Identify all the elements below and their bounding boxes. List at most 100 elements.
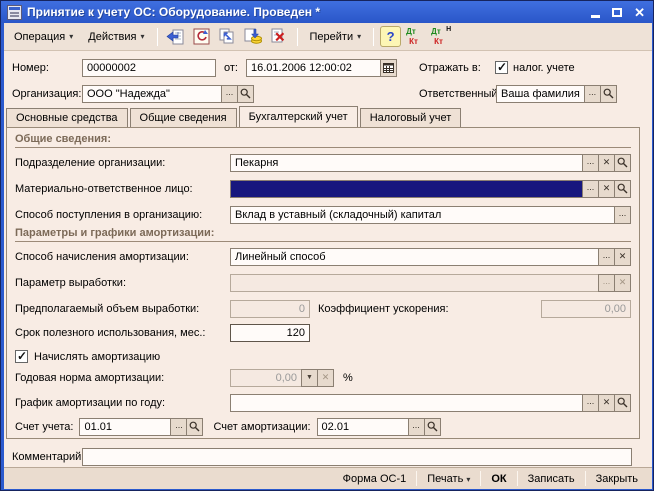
organization-open-button[interactable] — [237, 85, 254, 103]
tab-fixed-assets[interactable]: Основные средства — [6, 108, 128, 127]
depreciation-account-input[interactable]: 02.01 — [317, 418, 409, 436]
close-window-button[interactable]: Закрыть — [586, 470, 648, 488]
accrue-depreciation-checkbox[interactable] — [15, 350, 28, 363]
department-input[interactable]: Пекарня — [230, 154, 583, 172]
post-document-button[interactable] — [242, 25, 265, 48]
output-param-clear-button[interactable] — [614, 274, 631, 292]
output-param-select-button[interactable] — [598, 274, 615, 292]
annual-rate-unit-label: % — [343, 372, 353, 384]
header-row-number: Номер: 00000002 от: 16.01.2006 12:00:02 … — [12, 58, 575, 77]
useful-life-input[interactable]: 120 — [230, 324, 310, 342]
expected-output-input[interactable]: 0 — [230, 300, 310, 318]
depreciation-schedule-input[interactable] — [230, 394, 583, 412]
titlebar[interactable]: Принятие к учету ОС: Оборудование. Прове… — [1, 1, 654, 23]
reread-document-button[interactable] — [164, 25, 187, 48]
expected-output-row: Предполагаемый объем выработки: 0 Коэффи… — [15, 299, 631, 318]
annual-rate-dropdown-button[interactable] — [301, 369, 318, 387]
depreciation-account-open-button[interactable] — [424, 418, 441, 436]
comment-row: Комментарий: — [12, 447, 632, 466]
depreciation-schedule-label: График амортизации по году: — [15, 397, 230, 409]
schedule-select-button[interactable] — [582, 394, 599, 412]
department-select-button[interactable] — [582, 154, 599, 172]
responsible-person-open-button[interactable] — [614, 180, 631, 198]
ok-button[interactable]: ОК — [481, 470, 516, 488]
show-postings-button[interactable]: Дт Кт — [404, 26, 426, 48]
toolbar-separator — [373, 28, 374, 46]
tab-accounting[interactable]: Бухгалтерский учет — [239, 106, 358, 127]
annual-rate-clear-button[interactable] — [317, 369, 334, 387]
actions-menu[interactable]: Действия — [82, 28, 150, 46]
depreciation-method-select-button[interactable] — [598, 248, 615, 266]
depreciation-method-group: Линейный способ — [230, 248, 631, 266]
date-input[interactable]: 16.01.2006 12:00:02 — [246, 59, 381, 77]
magnifier-icon — [240, 88, 251, 99]
show-tax-postings-button[interactable]: Дт Кт Н — [429, 26, 451, 48]
copy-structure-icon — [218, 28, 236, 45]
department-open-button[interactable] — [614, 154, 631, 172]
annual-rate-input[interactable]: 0,00 — [230, 369, 302, 387]
responsible-group: Ваша фамилия — [496, 85, 617, 103]
depreciation-method-clear-button[interactable] — [614, 248, 631, 266]
window-controls — [591, 6, 649, 19]
account-input[interactable]: 01.01 — [79, 418, 171, 436]
account-select-button[interactable] — [170, 418, 187, 436]
number-input[interactable]: 00000002 — [82, 59, 216, 77]
refresh-button[interactable] — [190, 25, 213, 48]
responsible-select-button[interactable] — [584, 85, 601, 103]
magnifier-icon — [427, 421, 438, 432]
print-button[interactable]: Печать▾ — [417, 470, 480, 488]
operation-menu[interactable]: Операция — [8, 28, 79, 46]
calendar-button[interactable] — [380, 59, 397, 77]
responsible-person-clear-button[interactable] — [598, 180, 615, 198]
annual-rate-row: Годовая норма амортизации: 0,00 % — [15, 368, 631, 387]
acceleration-input[interactable]: 0,00 — [541, 300, 631, 318]
minimize-button[interactable] — [591, 15, 600, 18]
useful-life-label: Срок полезного использования, мес.: — [15, 327, 230, 339]
maximize-button[interactable] — [612, 8, 622, 17]
organization-select-button[interactable] — [221, 85, 238, 103]
receipt-method-label: Способ поступления в организацию: — [15, 209, 230, 221]
tax-accounting-checkbox[interactable] — [495, 61, 508, 74]
close-button[interactable] — [634, 6, 645, 19]
tab-general-info[interactable]: Общие сведения — [130, 108, 237, 127]
depreciation-schedule-group — [230, 394, 631, 412]
tab-tax-accounting[interactable]: Налоговый учет — [360, 108, 462, 127]
toolbar: Операция Действия — [4, 23, 652, 51]
department-clear-button[interactable] — [598, 154, 615, 172]
output-param-row: Параметр выработки: — [15, 273, 631, 292]
goto-menu[interactable]: Перейти — [304, 28, 368, 46]
toolbar-separator — [157, 28, 158, 46]
responsible-open-button[interactable] — [600, 85, 617, 103]
copy-structure-button[interactable] — [216, 25, 239, 48]
responsible-person-label: Материально-ответственное лицо: — [15, 183, 230, 195]
date-group: 16.01.2006 12:00:02 — [246, 59, 397, 77]
depreciation-method-label: Способ начисления амортизации: — [15, 251, 230, 263]
accrue-depreciation-label: Начислять амортизацию — [34, 351, 160, 363]
receipt-method-input[interactable]: Вклад в уставный (складочный) капитал — [230, 206, 615, 224]
depreciation-account-select-button[interactable] — [408, 418, 425, 436]
responsible-person-select-button[interactable] — [582, 180, 599, 198]
header-row-organization: Организация: ООО "Надежда" Ответственный… — [12, 84, 617, 103]
depreciation-method-input[interactable]: Линейный способ — [230, 248, 599, 266]
refresh-icon — [193, 28, 210, 45]
receipt-method-select-button[interactable] — [614, 206, 631, 224]
schedule-open-button[interactable] — [614, 394, 631, 412]
output-param-group — [230, 274, 631, 292]
accounting-tab-panel: Общие сведения: Подразделение организаци… — [6, 127, 640, 439]
save-button[interactable]: Записать — [518, 470, 585, 488]
schedule-clear-button[interactable] — [598, 394, 615, 412]
acceleration-label: Коэффициент ускорения: — [318, 303, 533, 315]
responsible-person-group — [230, 180, 631, 198]
form-os1-button[interactable]: Форма ОС-1 — [333, 470, 417, 488]
account-open-button[interactable] — [186, 418, 203, 436]
magnifier-icon — [617, 397, 628, 408]
output-param-input[interactable] — [230, 274, 599, 292]
responsible-person-input[interactable] — [230, 180, 583, 198]
organization-group: ООО "Надежда" — [82, 85, 254, 103]
comment-input[interactable] — [82, 448, 632, 466]
responsible-input[interactable]: Ваша фамилия — [496, 85, 585, 103]
organization-input[interactable]: ООО "Надежда" — [82, 85, 222, 103]
cancel-posting-button[interactable] — [268, 25, 291, 48]
help-button[interactable]: ? — [380, 26, 401, 47]
document-window: Принятие к учету ОС: Оборудование. Прове… — [0, 0, 654, 491]
